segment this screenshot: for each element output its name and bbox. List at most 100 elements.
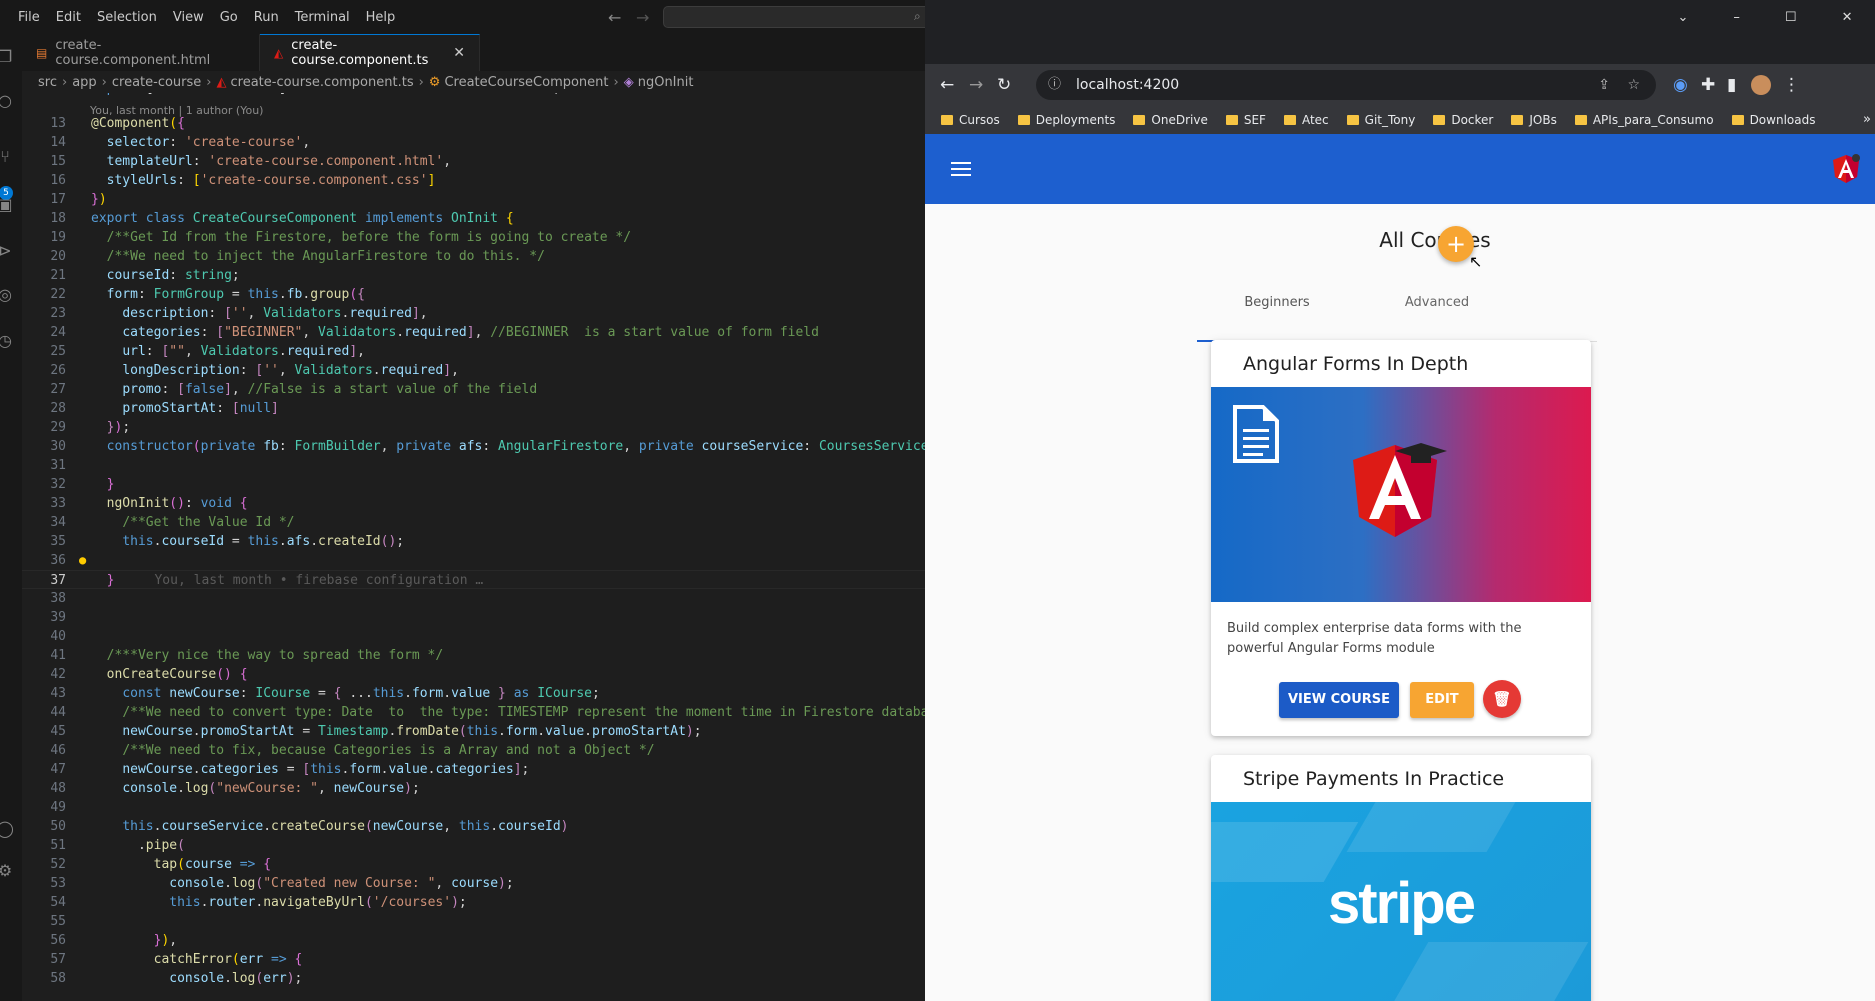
close-icon[interactable]: ✕ [1842, 10, 1853, 25]
maximize-icon[interactable]: ☐ [1785, 10, 1797, 25]
menu-help[interactable]: Help [366, 10, 396, 25]
course-description: Build complex enterprise data forms with… [1227, 621, 1522, 656]
view-course-button[interactable]: VIEW COURSE [1279, 682, 1399, 718]
remote-icon[interactable]: ◎ [0, 284, 16, 306]
breadcrumb-item[interactable]: CreateCourseComponent [444, 75, 608, 90]
line-number: 48 [50, 781, 66, 796]
angular-logo-icon[interactable] [1832, 154, 1860, 184]
forward-arrow-icon[interactable]: → [636, 8, 649, 27]
tab-component-html[interactable]: ▤ create-course.component.html [22, 34, 260, 71]
code-line: 28 promoStartAt: [null] [22, 399, 925, 418]
line-number: 54 [50, 895, 66, 910]
bookmark-folder[interactable]: Downloads [1731, 113, 1815, 127]
code-line: 41 /***Very nice the way to spread the f… [22, 646, 925, 665]
account-icon[interactable]: ◯ [0, 818, 16, 840]
bookmark-folder[interactable]: OneDrive [1133, 113, 1208, 127]
angular-file-icon: ◭ [216, 74, 227, 90]
source-control-icon[interactable]: ⑂ [0, 146, 16, 168]
folder-icon [1346, 115, 1359, 125]
line-number: 43 [50, 686, 66, 701]
explorer-icon[interactable]: ❐ [0, 46, 16, 68]
bookmark-label: OneDrive [1151, 113, 1208, 127]
forward-icon[interactable]: → [969, 75, 983, 95]
code-line: 21 courseId: string; [22, 266, 925, 285]
bookmark-folder[interactable]: Deployments [1017, 113, 1115, 127]
menu-dots-icon[interactable]: ⋮ [1783, 75, 1800, 95]
extensions-icon[interactable]: ▣ [0, 194, 16, 216]
line-number: 45 [50, 724, 66, 739]
line-number: 40 [50, 629, 66, 644]
bookmark-folder[interactable]: SEF [1225, 113, 1266, 127]
line-number: 47 [50, 762, 66, 777]
back-icon[interactable]: ← [940, 75, 954, 95]
menu-view[interactable]: View [173, 10, 204, 25]
tab-label: Advanced [1404, 295, 1470, 310]
line-number: 33 [50, 496, 66, 511]
menu-edit[interactable]: Edit [56, 10, 81, 25]
minimize-icon[interactable]: – [1733, 10, 1740, 25]
bookmark-star-icon[interactable]: ☆ [1627, 70, 1640, 100]
bookmarks-overflow-icon[interactable]: » [1863, 112, 1871, 127]
bookmark-folder[interactable]: Git_Tony [1346, 113, 1415, 127]
code-line: 37 } You, last month • firebase configura… [22, 570, 925, 589]
tab-search-icon[interactable]: ⌄ [1678, 10, 1689, 25]
tab-advanced[interactable]: Advanced [1357, 292, 1517, 342]
course-title: Stripe Payments In Practice [1243, 768, 1505, 790]
folder-icon [1225, 115, 1238, 125]
lightbulb-icon[interactable]: ● [79, 551, 86, 570]
line-number: 18 [50, 211, 66, 226]
timeline-icon[interactable]: ◷ [0, 330, 16, 352]
line-number: 23 [50, 306, 66, 321]
close-icon[interactable]: ✕ [453, 45, 465, 61]
puzzle-icon[interactable]: ✚ [1701, 75, 1715, 95]
menu-selection[interactable]: Selection [97, 10, 157, 25]
menu-terminal[interactable]: Terminal [295, 10, 350, 25]
line-number: 24 [50, 325, 66, 340]
angular-app: All Courses + ↖ Beginners Advanced Angul… [925, 134, 1875, 1001]
line-number: 16 [50, 173, 66, 188]
line-number: 34 [50, 515, 66, 530]
line-number: 15 [50, 154, 66, 169]
reload-icon[interactable]: ↻ [997, 75, 1011, 95]
hamburger-menu-icon[interactable] [951, 162, 971, 176]
code-line: 20 /**We need to inject the AngularFires… [22, 247, 925, 266]
side-panel-icon[interactable]: ▮ [1727, 75, 1736, 95]
address-bar[interactable]: ⓘ localhost:4200 ⇪ ☆ [1036, 70, 1656, 100]
bookmark-folder[interactable]: APIs_para_Consumo [1574, 113, 1714, 127]
bookmark-folder[interactable]: JOBs [1511, 113, 1557, 127]
extension-icon[interactable]: ◉ [1673, 75, 1688, 95]
code-line: 33 ngOnInit(): void { [22, 494, 925, 513]
bookmark-folder[interactable]: Atec [1283, 113, 1329, 127]
run-debug-icon[interactable]: ⊳ [0, 240, 16, 262]
avatar[interactable] [1751, 75, 1771, 95]
breadcrumb-item[interactable]: app [72, 75, 96, 90]
bookmark-folder[interactable]: Cursos [941, 113, 1000, 127]
code-line: 47 newCourse.categories = [this.form.val… [22, 760, 925, 779]
share-icon[interactable]: ⇪ [1598, 70, 1610, 100]
bookmarks-bar: Cursos Deployments OneDrive SEF Atec Git_Tony… [925, 106, 1875, 134]
url-text: localhost:4200 [1076, 77, 1180, 93]
menu-run[interactable]: Run [254, 10, 279, 25]
breadcrumb-item[interactable]: create-course.component.ts [231, 75, 414, 90]
gear-icon[interactable]: ⚙ [0, 860, 16, 882]
line-number: 31 [50, 458, 66, 473]
delete-course-button[interactable]: 🗑 [1483, 680, 1521, 718]
search-icon[interactable]: ○ [0, 90, 16, 112]
code-line: 14 selector: 'create-course', [22, 133, 925, 152]
tab-component-ts[interactable]: ◭ create-course.component.ts ✕ [260, 34, 480, 71]
breadcrumb-item[interactable]: src [38, 75, 57, 90]
breadcrumb-item[interactable]: create-course [112, 75, 201, 90]
tab-beginners[interactable]: Beginners [1197, 292, 1357, 342]
breadcrumb-item[interactable]: ngOnInit [638, 75, 694, 90]
activity-bar: ❐ ○ ⑂ 5 ▣ ⊳ ◎ ◷ ◯ ⚙ [0, 34, 22, 1001]
edit-course-button[interactable]: EDIT [1410, 682, 1474, 718]
code-editor[interactable]: 12import [ CoursesService ] from '../ser… [22, 93, 925, 1001]
back-arrow-icon[interactable]: ← [608, 8, 621, 27]
browser-window: ⌄ – ☐ ✕ + ← → ↻ ⓘ localhost:4200 ⇪ ☆ ◉ ✚… [925, 0, 1875, 1001]
site-info-icon[interactable]: ⓘ [1048, 70, 1061, 100]
bookmark-folder[interactable]: Docker [1433, 113, 1493, 127]
menu-file[interactable]: File [18, 10, 40, 25]
bookmark-label: Docker [1451, 113, 1494, 127]
menu-go[interactable]: Go [220, 10, 238, 25]
inline-blame: You, last month • firebase configuration… [154, 573, 484, 588]
